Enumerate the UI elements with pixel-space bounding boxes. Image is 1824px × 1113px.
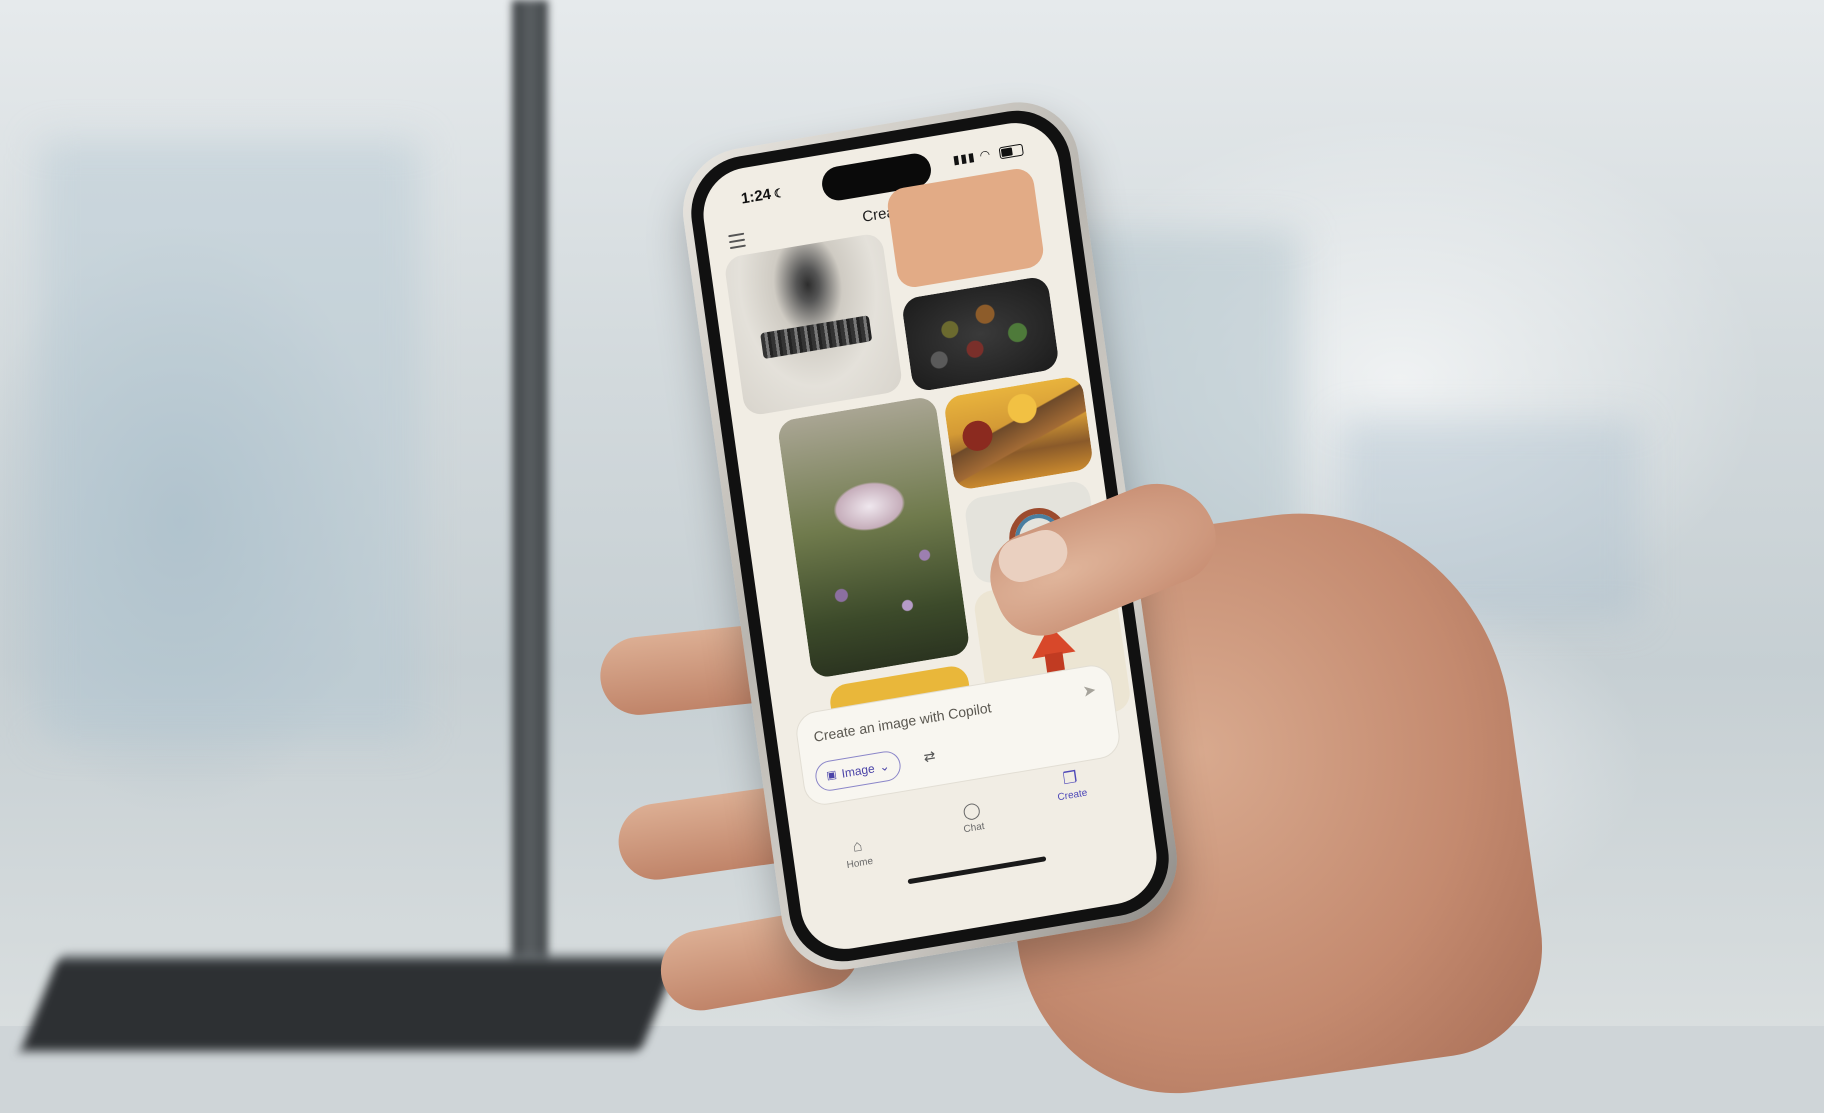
chevron-down-icon: ⌄ (878, 758, 891, 775)
send-icon[interactable]: ➤ (1081, 680, 1098, 702)
laptop-edge (20, 955, 680, 1051)
signal-icon: ▮▮▮ (951, 149, 977, 168)
image-icon: ▣ (825, 768, 838, 783)
status-time: 1:24☾ (740, 185, 786, 208)
gallery-image-landscape[interactable] (942, 374, 1095, 492)
image-gallery (723, 166, 1133, 747)
image-mode-dropdown[interactable]: ▣ Image ⌄ (813, 749, 903, 793)
window-frame-post (512, 0, 548, 1000)
nav-chat[interactable]: ◯ Chat (936, 795, 1010, 839)
nav-home[interactable]: ⌂ Home (822, 832, 895, 874)
sliders-icon[interactable]: ⇄ (923, 747, 937, 766)
hamburger-menu-icon[interactable] (728, 232, 746, 253)
gallery-image-flower[interactable] (776, 395, 971, 680)
wifi-icon: ◠ (978, 146, 993, 163)
gallery-image-city-vortex[interactable] (723, 231, 904, 417)
moon-icon: ☾ (772, 185, 786, 202)
nav-create[interactable]: ❐ Create (1034, 762, 1108, 806)
home-indicator[interactable] (907, 856, 1047, 885)
mode-label: Image (840, 761, 876, 781)
gallery-image-circles[interactable] (900, 275, 1060, 393)
status-icons: ▮▮▮ ◠ (951, 142, 1024, 168)
battery-icon (998, 143, 1024, 160)
prompt-input[interactable]: Create an image with Copilot (813, 699, 993, 745)
